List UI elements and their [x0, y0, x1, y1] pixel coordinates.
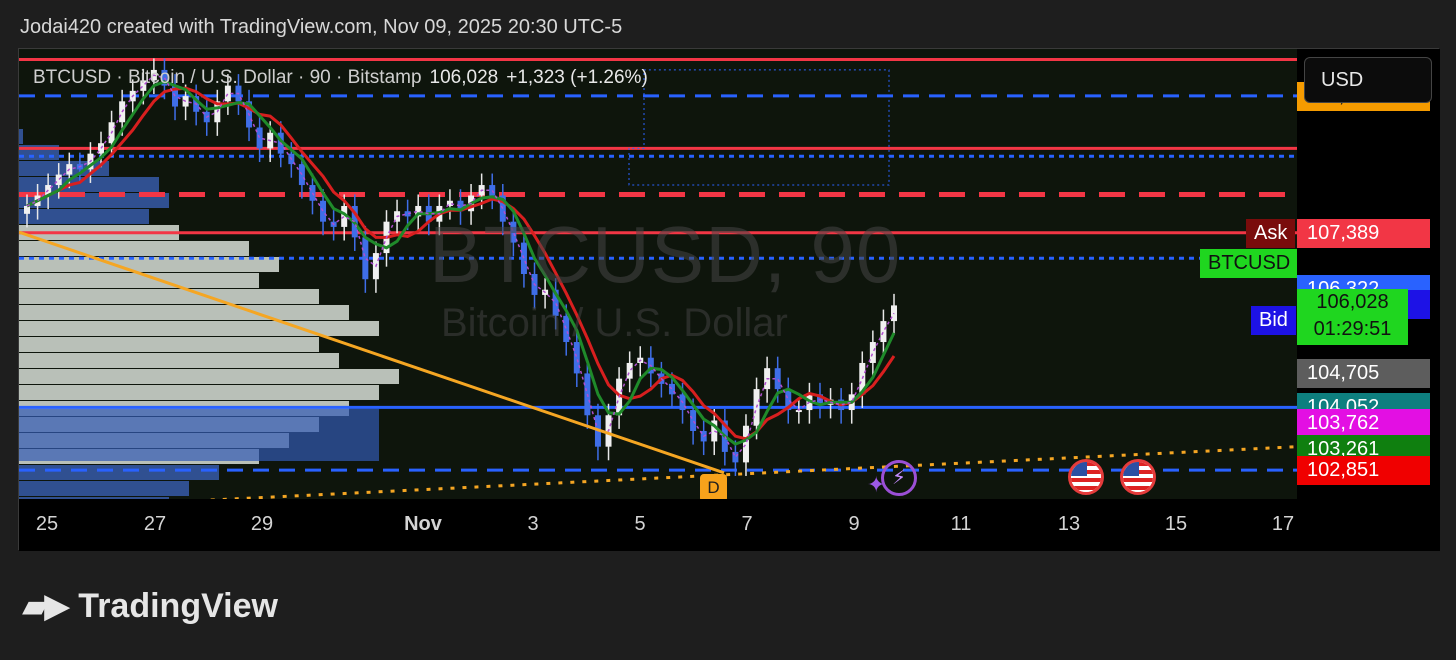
symbol-watermark: BTCUSD, 90 [429, 210, 902, 299]
time-tick-label: Nov [404, 513, 442, 535]
volume-profile-bar [19, 353, 339, 368]
candle-body [626, 362, 633, 379]
time-tick-label: 5 [634, 513, 646, 535]
volume-profile-bar [19, 273, 259, 288]
price-scale[interactable]: 110,005.00107,389106,322106,028106,02410… [1297, 49, 1440, 499]
price-scale-label: 107,389 [1297, 218, 1430, 248]
volume-profile-bar [19, 369, 399, 384]
candle-body [320, 200, 327, 222]
price-scale-label: 102,851 [1297, 456, 1430, 486]
candle-body [880, 321, 887, 343]
tradingview-logo: ▰▶ TradingView [22, 586, 278, 626]
tradingview-logo-icon: ▰▶ [22, 587, 70, 625]
currency-button[interactable]: USD [1304, 57, 1432, 103]
volume-profile-bar [19, 481, 189, 496]
symbol-legend: BTCUSD · Bitcoin / U.S. Dollar · 90 · Bi… [33, 67, 648, 89]
candle-body [256, 127, 263, 149]
volume-profile-bar [19, 409, 379, 461]
us-flag-event-icon[interactable] [1068, 459, 1104, 495]
volume-profile-bar [19, 337, 319, 352]
price-change: +1,323 (+1.26%) [506, 67, 648, 88]
time-tick-label: 9 [848, 513, 860, 535]
candle-body [362, 237, 369, 280]
us-flag-event-icon[interactable] [1120, 459, 1156, 495]
chart-frame: BTCUSD, 90 Bitcoin / U.S. Dollar BTCUSD … [18, 48, 1440, 551]
volume-profile-bar [19, 465, 219, 480]
lightning-icon[interactable]: ⚡ [881, 460, 917, 496]
time-tick-label: 25 [35, 513, 59, 535]
current-price-tag: 106,028 01:29:51 [1297, 288, 1408, 345]
candle-body [573, 342, 580, 374]
volume-profile-bar [19, 177, 159, 192]
volume-profile-bar [19, 129, 23, 144]
range-box [628, 69, 890, 186]
current-price-value: 106,028 [1316, 290, 1389, 313]
dividend-event-marker[interactable]: D [700, 474, 727, 499]
time-tick-label: 27 [143, 513, 167, 535]
candle-body [55, 174, 62, 186]
price-scale-label: 103,762 [1297, 408, 1430, 438]
volume-profile-bar [19, 209, 149, 224]
chart-caption: Jodai420 created with TradingView.com, N… [20, 16, 623, 38]
bid-tag: Bid [1251, 306, 1296, 335]
symbol-tag: BTCUSD [1200, 249, 1297, 278]
description-watermark: Bitcoin / U.S. Dollar [441, 301, 788, 345]
symbol-info: BTCUSD · Bitcoin / U.S. Dollar · 90 · Bi… [33, 67, 422, 88]
time-tick-label: 11 [950, 513, 972, 535]
last-price: 106,028 [429, 67, 499, 88]
time-tick-label: 15 [1164, 513, 1188, 535]
time-tick-label: 3 [527, 513, 539, 535]
time-tick-label: 7 [741, 513, 753, 535]
candle-body [869, 342, 876, 363]
time-tick-label: 29 [250, 513, 274, 535]
volume-profile-bar [19, 385, 379, 400]
candle-body [489, 185, 496, 196]
ask-tag: Ask [1246, 219, 1296, 248]
volume-profile-bar [19, 289, 319, 304]
time-tick-label: 13 [1057, 513, 1081, 535]
chart-plot-area[interactable]: BTCUSD, 90 Bitcoin / U.S. Dollar BTCUSD … [19, 49, 1297, 499]
candle-body [24, 205, 30, 214]
tradingview-logo-text: TradingView [78, 586, 278, 625]
time-tick-label: 17 [1271, 513, 1295, 535]
volume-profile-bar [19, 305, 349, 320]
price-scale-label: 104,705 [1297, 359, 1430, 389]
candle-body [690, 410, 697, 431]
candle-body [742, 425, 749, 463]
time-scale[interactable]: 25 27 29 Nov 3 5 7 9 11 13 15 17 [19, 499, 1440, 551]
candle-body [774, 368, 781, 390]
volume-profile-bar [19, 321, 379, 336]
bar-countdown: 01:29:51 [1313, 317, 1392, 340]
